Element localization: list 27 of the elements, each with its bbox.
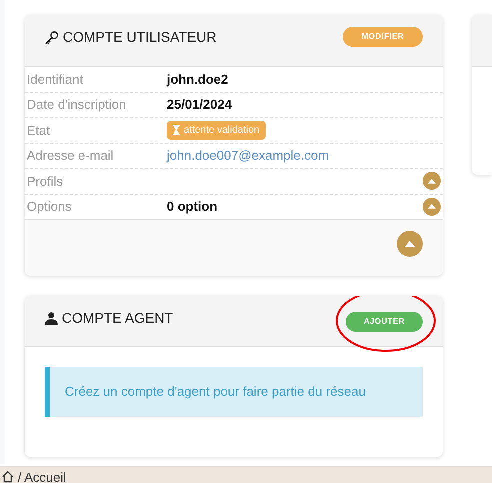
field-label: Options [27, 198, 73, 216]
add-button[interactable]: AJOUTER [346, 312, 423, 332]
status-badge: attente validation [167, 120, 266, 140]
field-label: Etat [27, 122, 52, 140]
alert-message: Créez un compte d'agent pour faire partie du réseau [65, 383, 366, 402]
hourglass-icon [173, 125, 180, 136]
email-link[interactable]: john.doe007@example.com [167, 146, 330, 166]
field-value: 25/01/2024 [167, 96, 232, 114]
field-label: Adresse e-mail [27, 147, 115, 165]
caret-up-icon [405, 241, 415, 247]
field-value: john.doe2 [167, 70, 228, 89]
person-icon [45, 312, 58, 325]
caret-up-icon [428, 204, 436, 210]
breadcrumb-text: / Accueil [18, 471, 66, 483]
card-title: COMPTE UTILISATEUR [63, 28, 217, 47]
collapse-button[interactable] [397, 231, 423, 257]
field-label: Date d'inscription [27, 96, 128, 114]
card-title: COMPTE AGENT [62, 309, 174, 328]
home-icon [2, 471, 14, 483]
field-value: 0 option [167, 198, 218, 216]
caret-up-icon [428, 178, 436, 184]
edit-button[interactable]: MODIFIER [343, 27, 423, 47]
key-icon [45, 30, 59, 44]
collapse-button[interactable] [423, 172, 441, 190]
field-label: Profils [27, 172, 64, 190]
collapse-button[interactable] [423, 198, 441, 216]
field-label: Identifiant [27, 70, 84, 88]
